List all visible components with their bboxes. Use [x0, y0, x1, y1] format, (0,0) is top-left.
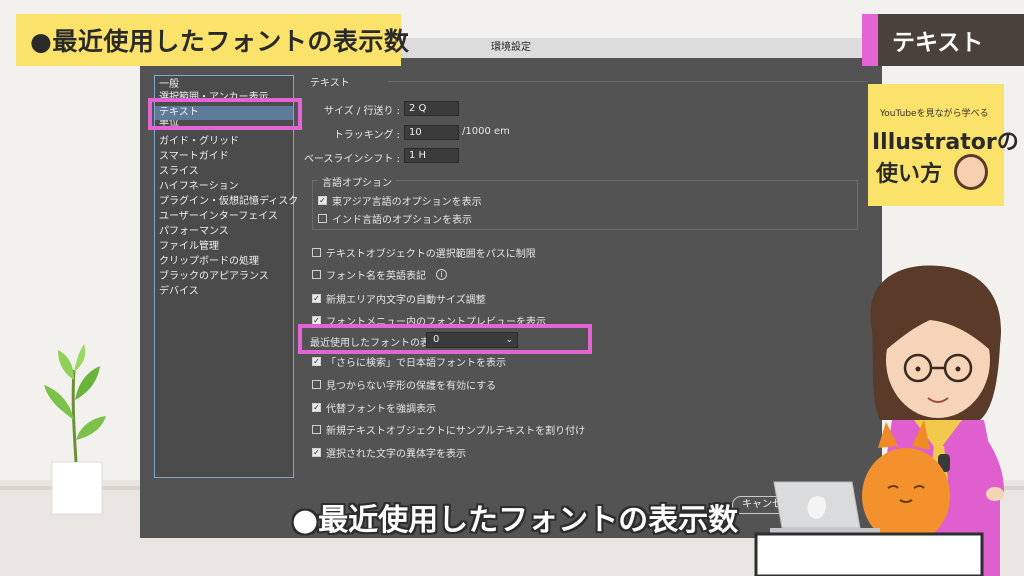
desk-illustration: [754, 532, 984, 576]
caption-text: ●最近使用したフォントの表示数: [292, 503, 739, 538]
